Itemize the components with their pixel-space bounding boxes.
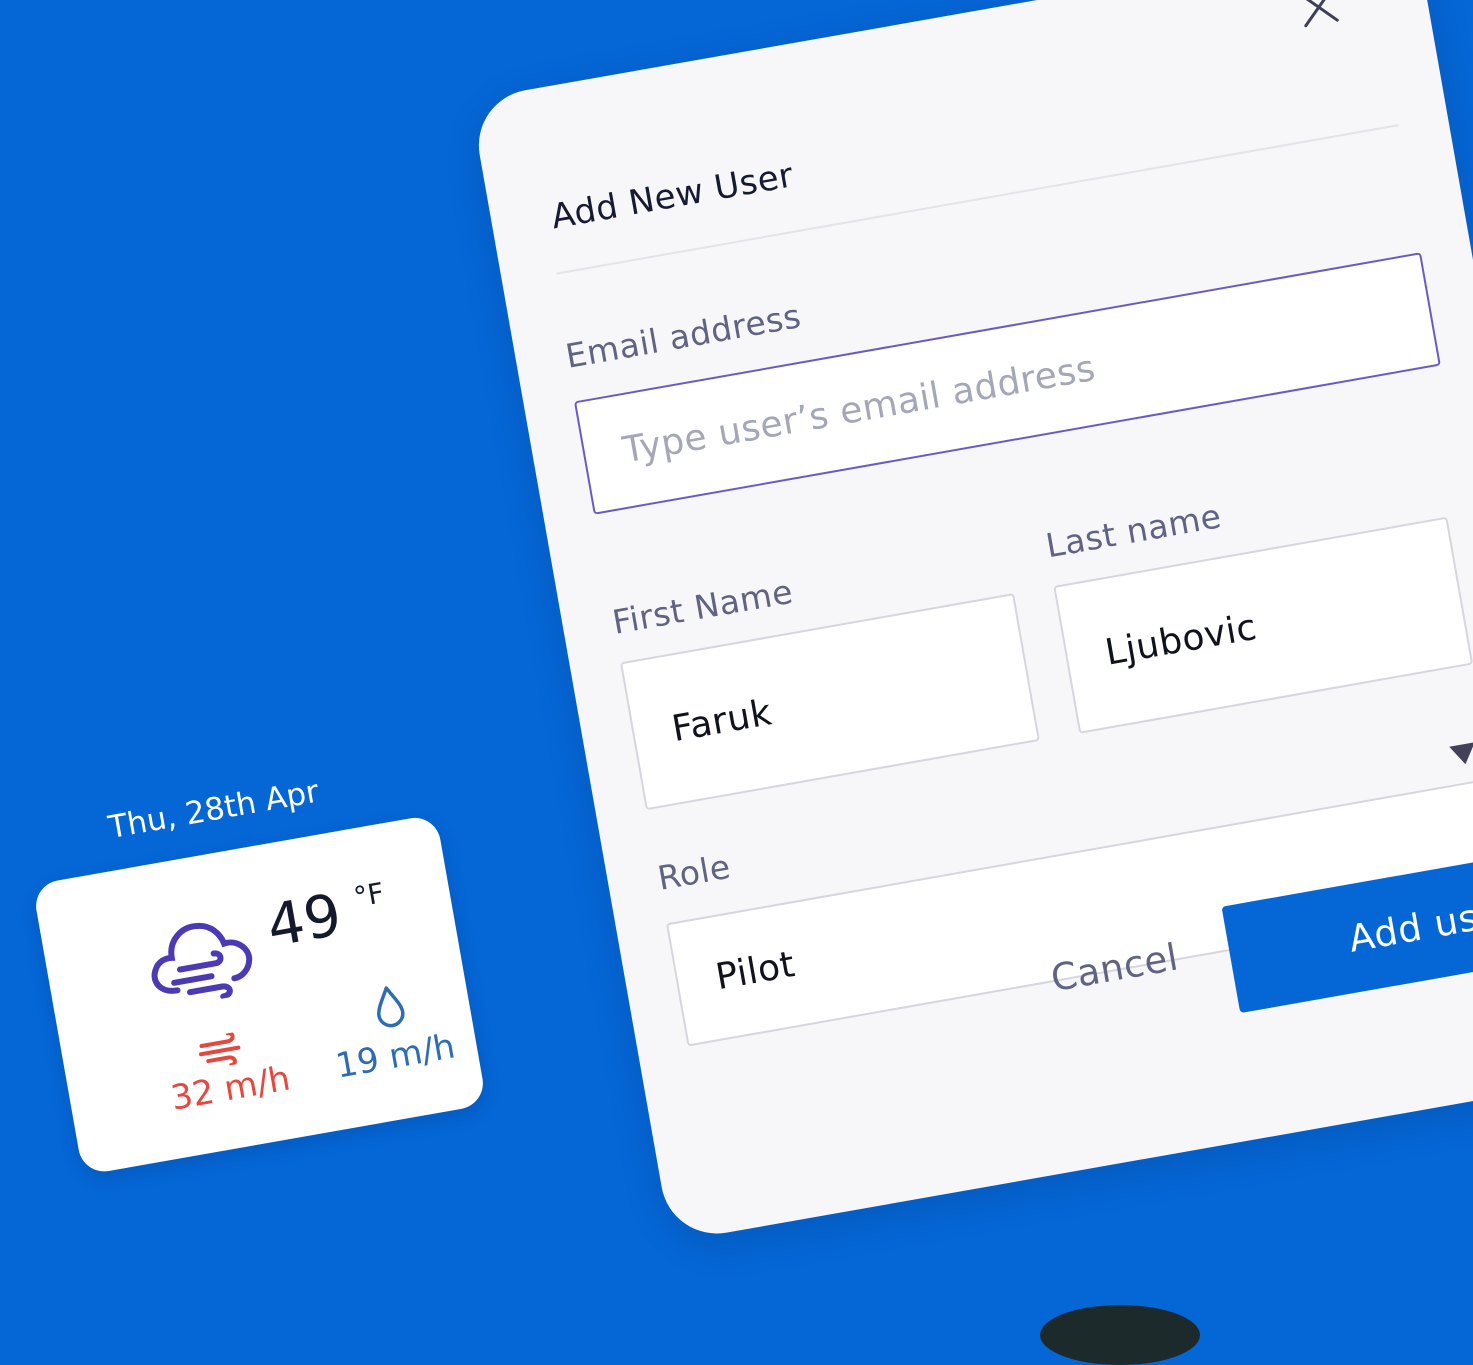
add-user-dialog: Add New User Email address Type user’s e… <box>470 0 1473 1243</box>
humidity-value: 19 m/h <box>332 1026 459 1087</box>
close-icon <box>1298 0 1339 28</box>
weather-date: Thu, 28th Apr <box>105 773 322 846</box>
wind-speed: 32 m/h <box>167 1058 294 1119</box>
email-placeholder: Type user’s email address <box>619 347 1099 472</box>
email-label: Email address <box>562 296 805 376</box>
background-image-fragment <box>1040 1305 1200 1365</box>
email-input[interactable]: Type user’s email address <box>573 252 1441 515</box>
temperature-value: 49 <box>261 880 347 961</box>
last-name-value: Ljubovic <box>1102 606 1260 674</box>
dialog-title: Add New User <box>548 155 797 238</box>
add-user-label: Add user <box>1345 888 1473 961</box>
cloud-wind-icon <box>151 922 253 1000</box>
role-label: Role <box>654 846 734 898</box>
weather-card: 49 °F 32 m/h 19 m/h <box>32 813 487 1176</box>
close-button[interactable] <box>1296 0 1342 30</box>
first-name-label: First Name <box>609 571 796 642</box>
first-name-value: Faruk <box>668 691 775 750</box>
caret-down-icon <box>1449 742 1473 767</box>
temperature-unit: °F <box>351 876 387 915</box>
droplet-icon <box>377 986 405 1028</box>
last-name-label: Last name <box>1042 496 1225 566</box>
wind-icon <box>198 1031 241 1068</box>
role-value: Pilot <box>712 944 799 999</box>
